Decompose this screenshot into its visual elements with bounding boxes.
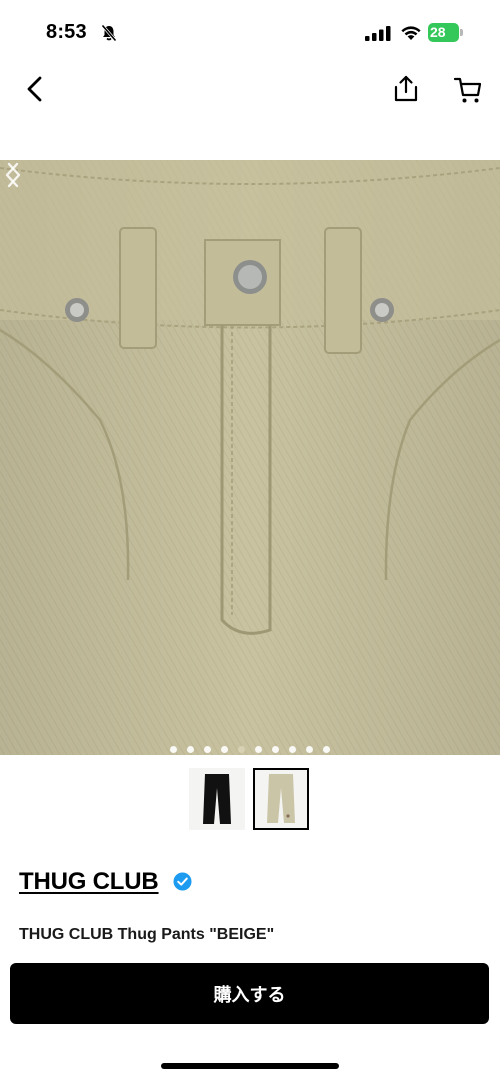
carousel-dot[interactable]: [323, 746, 330, 753]
carousel-next-button[interactable]: [0, 160, 26, 190]
bell-off-icon: [101, 24, 117, 42]
verified-badge-icon: [173, 872, 192, 891]
thumbnail-beige-pants[interactable]: [253, 768, 309, 830]
back-button[interactable]: [22, 74, 52, 104]
buy-button[interactable]: 購入する: [10, 963, 489, 1024]
signal-icon: [365, 26, 391, 41]
wifi-icon: [401, 26, 421, 40]
carousel-dot[interactable]: [272, 746, 279, 753]
status-bar: 8:53 28: [0, 0, 500, 64]
cart-button[interactable]: [453, 75, 483, 105]
carousel-dots: [0, 740, 500, 753]
carousel-dot[interactable]: [289, 746, 296, 753]
carousel-dot[interactable]: [238, 746, 245, 753]
buy-button-label: 購入する: [213, 984, 286, 1006]
share-button[interactable]: [392, 74, 420, 104]
home-indicator: [161, 1063, 339, 1069]
carousel-dot[interactable]: [170, 746, 177, 753]
product-image[interactable]: [0, 160, 500, 755]
battery-level: 28: [430, 24, 446, 40]
battery-icon: 28: [428, 23, 464, 42]
thumbnail-black-pants[interactable]: [189, 768, 245, 830]
status-time: 8:53: [46, 21, 87, 43]
carousel-dot[interactable]: [255, 746, 262, 753]
carousel-dot[interactable]: [306, 746, 313, 753]
nav-bar: [0, 64, 500, 126]
carousel-dot[interactable]: [204, 746, 211, 753]
brand-link[interactable]: THUG CLUB: [19, 868, 159, 896]
product-title: THUG CLUB Thug Pants "BEIGE": [19, 926, 275, 943]
carousel-dot[interactable]: [187, 746, 194, 753]
carousel-dot[interactable]: [221, 746, 228, 753]
